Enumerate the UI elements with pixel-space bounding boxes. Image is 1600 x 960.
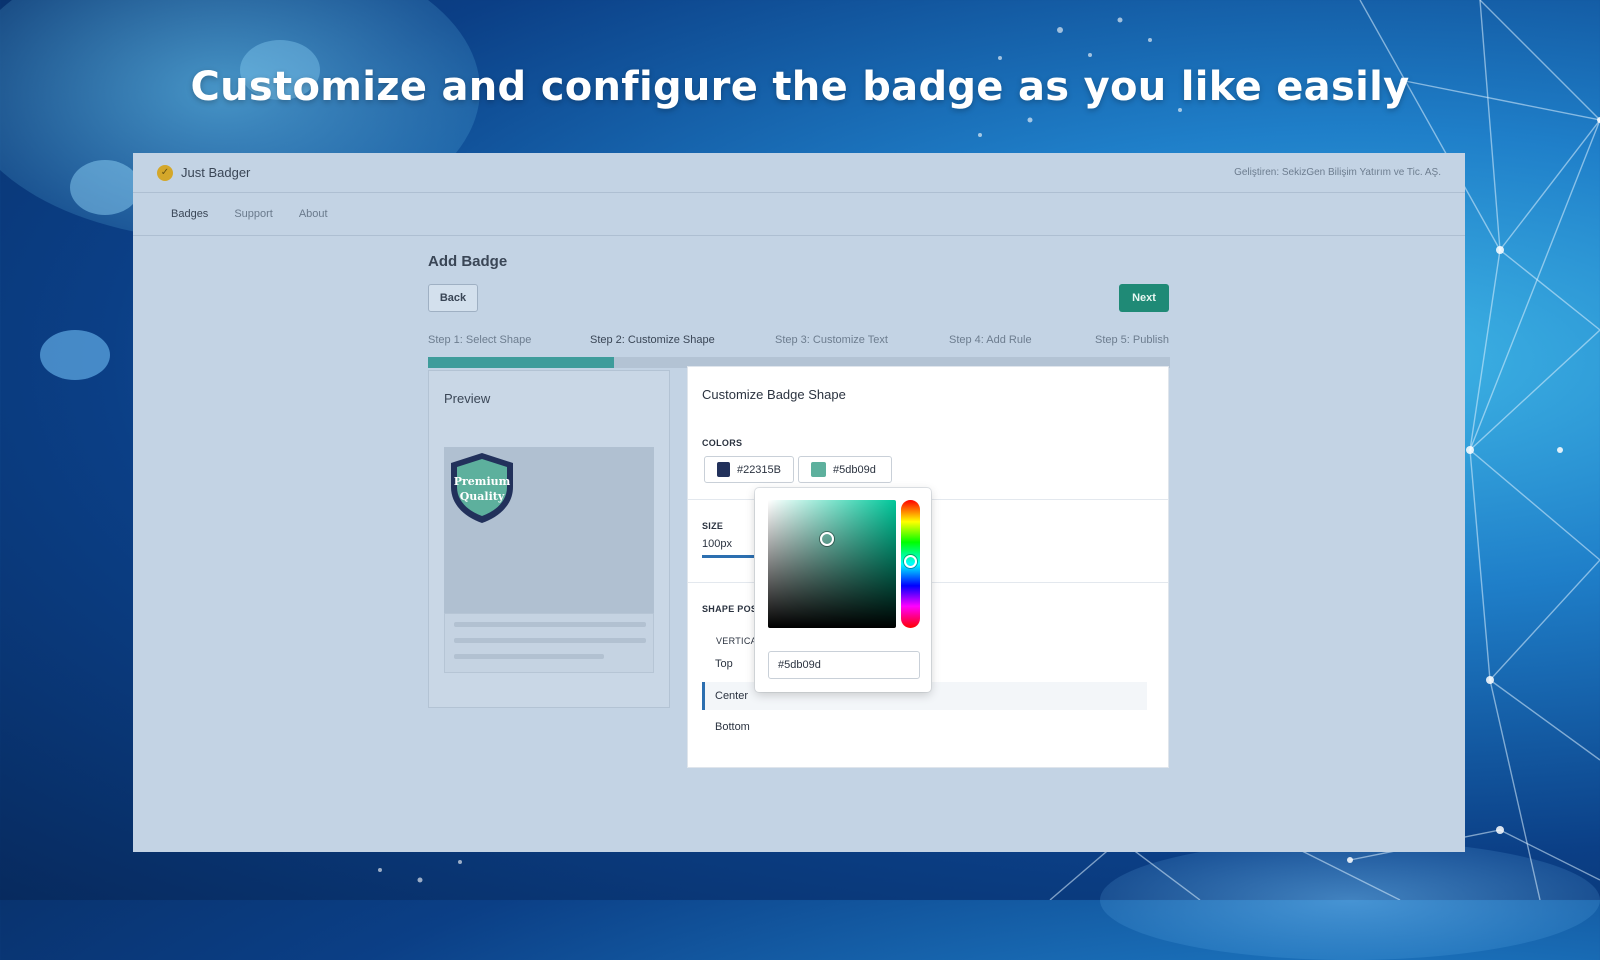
preview-line [454,622,646,627]
next-button[interactable]: Next [1119,284,1169,312]
size-slider-track[interactable] [702,555,758,558]
hue-slider[interactable] [901,500,920,628]
preview-line [454,638,646,643]
color-chip-primary-label: #22315B [736,463,781,476]
size-label: SIZE [702,521,724,531]
bg-glow-3 [70,160,140,215]
preview-text-lines [444,613,654,673]
color-chip-secondary-label: #5db09d [833,463,876,476]
nav-bar: Badges Support About [133,193,1465,236]
nav-item-about[interactable]: About [299,208,328,220]
color-chip-primary[interactable]: #22315B [704,456,794,483]
app-title: Just Badger [181,165,251,180]
nav-item-badges[interactable]: Badges [171,208,208,220]
app-window: ✓ Just Badger Geliştiren: SekizGen Biliş… [133,153,1465,852]
badge-text-line1: Premium [454,475,511,488]
developer-credit: Geliştiren: SekizGen Bilişim Yatırım ve … [1234,167,1441,178]
step-3[interactable]: Step 3: Customize Text [775,334,888,346]
hue-handle[interactable] [904,555,917,568]
page-title: Add Badge [428,253,508,270]
saturation-value-area[interactable] [768,500,896,628]
colors-label: COLORS [702,438,743,448]
progress-fill [428,357,614,368]
hex-color-input[interactable] [768,651,920,679]
color-chip-secondary[interactable]: #5db09d [798,456,892,483]
nav-item-support[interactable]: Support [234,208,273,220]
size-value[interactable]: 100px [702,538,732,550]
badge-text-line2: Quality [460,490,505,503]
app-topbar: ✓ Just Badger Geliştiren: SekizGen Biliş… [133,153,1465,193]
back-button[interactable]: Back [428,284,478,312]
bg-glow-5 [1100,840,1600,960]
saturation-handle[interactable] [820,532,834,546]
position-option-top[interactable]: Top [702,650,733,678]
customize-title: Customize Badge Shape [702,387,846,402]
headline: Customize and configure the badge as you… [190,64,1410,110]
step-2[interactable]: Step 2: Customize Shape [590,334,715,346]
step-5[interactable]: Step 5: Publish [1095,334,1169,346]
preview-card: Preview Premium Quality [428,370,670,708]
step-1[interactable]: Step 1: Select Shape [428,334,531,346]
step-4[interactable]: Step 4: Add Rule [949,334,1032,346]
bg-glow-2 [40,330,110,380]
color-swatch-primary [717,462,730,477]
premium-quality-badge-icon: Premium Quality [451,453,513,523]
color-picker-popover [755,488,931,692]
preview-line [454,654,604,659]
position-option-bottom[interactable]: Bottom [702,713,750,741]
color-swatch-secondary [811,462,826,477]
app-logo-icon: ✓ [157,164,173,181]
preview-title: Preview [444,391,491,406]
